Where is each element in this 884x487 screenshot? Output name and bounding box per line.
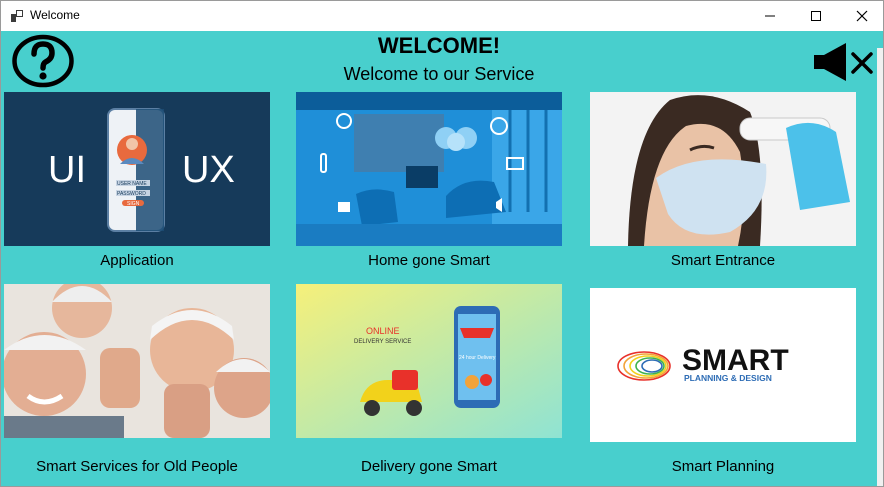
smart-entrance-image bbox=[590, 92, 856, 246]
tile-smart-services-old-people-label: Smart Services for Old People bbox=[36, 458, 238, 475]
tile-smart-planning-label: Smart Planning bbox=[671, 458, 775, 475]
tile-delivery-gone-smart[interactable]: ONLINE DELIVERY SERVICE 24 hour Delivery bbox=[296, 284, 562, 438]
tile-home-gone-smart-label: Home gone Smart bbox=[368, 252, 490, 269]
app-window: Welcome WELCOME! Welcome to our Service bbox=[0, 0, 884, 487]
maximize-icon bbox=[811, 11, 821, 21]
smart-planning-logo-image: SMART PLANNING & DESIGN bbox=[590, 288, 856, 442]
tile-application-label: Application bbox=[100, 252, 174, 269]
smart-home-image bbox=[296, 92, 562, 246]
ux-label: UX bbox=[182, 149, 235, 191]
close-icon bbox=[856, 10, 868, 22]
sign-text: SIGN bbox=[127, 201, 140, 207]
planning-design-text: PLANNING & DESIGN bbox=[684, 373, 772, 383]
tile-smart-entrance-label: Smart Entrance bbox=[670, 252, 776, 269]
minimize-button[interactable] bbox=[747, 1, 793, 31]
ui-label: UI bbox=[48, 149, 86, 191]
delivery-service-text: DELIVERY SERVICE bbox=[354, 339, 411, 345]
tile-smart-entrance[interactable] bbox=[590, 92, 856, 246]
page-title: WELCOME! bbox=[377, 33, 501, 58]
minimize-icon bbox=[765, 15, 775, 17]
username-text: USER NAME bbox=[117, 181, 147, 187]
password-text: PASSWORD bbox=[117, 191, 146, 197]
delivery-image: ONLINE DELIVERY SERVICE 24 hour Delivery bbox=[296, 284, 562, 438]
main-panel: WELCOME! Welcome to our Service USER NAM… bbox=[1, 31, 883, 486]
page-subtitle: Welcome to our Service bbox=[343, 64, 535, 84]
app-icon bbox=[11, 10, 23, 22]
title-bar[interactable]: Welcome bbox=[1, 1, 883, 31]
tile-application[interactable]: USER NAME PASSWORD SIGN UI UX bbox=[4, 92, 270, 246]
tile-home-gone-smart[interactable] bbox=[296, 92, 562, 246]
online-text: ONLINE bbox=[366, 326, 400, 336]
close-button[interactable] bbox=[839, 1, 884, 31]
window-title: Welcome bbox=[30, 8, 80, 22]
speaker-muted-icon[interactable] bbox=[813, 43, 875, 83]
tile-smart-planning[interactable]: SMART PLANNING & DESIGN bbox=[590, 288, 856, 442]
maximize-button[interactable] bbox=[793, 1, 839, 31]
tile-smart-services-old-people[interactable] bbox=[4, 284, 270, 438]
right-edge-strip bbox=[877, 48, 883, 486]
24-hour-text: 24 hour Delivery bbox=[459, 355, 496, 361]
ui-ux-image: USER NAME PASSWORD SIGN UI UX bbox=[4, 92, 270, 246]
old-people-image bbox=[4, 284, 270, 438]
tile-delivery-gone-smart-label: Delivery gone Smart bbox=[361, 458, 497, 475]
